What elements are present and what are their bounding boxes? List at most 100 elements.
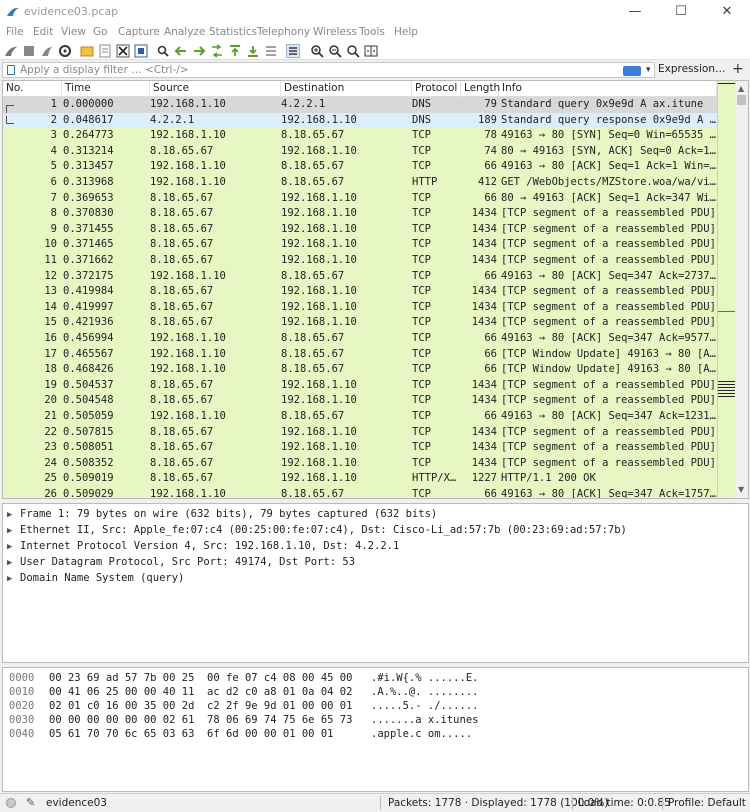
packet-source: 192.168.1.10 bbox=[150, 176, 226, 188]
restart-icon[interactable] bbox=[40, 44, 54, 58]
packet-row[interactable]: 26 0.509029 192.168.1.10 8.18.65.67 TCP 66 491… bbox=[3, 487, 717, 498]
forward-arrow-icon[interactable] bbox=[192, 44, 206, 58]
packet-row[interactable]: 25 0.509019 8.18.65.67 192.168.1.10 HTTP/X… 1… bbox=[3, 471, 717, 487]
packet-time: 0.505059 bbox=[63, 410, 114, 422]
detail-dns[interactable]: ▶ Domain Name System (query) bbox=[7, 570, 184, 586]
menu-statistics[interactable]: Statistics bbox=[209, 26, 257, 38]
colorize-icon[interactable] bbox=[286, 44, 300, 58]
reload-icon[interactable] bbox=[134, 44, 148, 58]
filter-bookmark-icon[interactable] bbox=[7, 65, 15, 75]
detail-ethernet[interactable]: ▶ Ethernet II, Src: Apple_fe:07:c4 (00:25… bbox=[7, 522, 627, 538]
resize-columns-icon[interactable] bbox=[364, 44, 378, 58]
column-protocol[interactable]: Protocol bbox=[412, 81, 461, 97]
packet-row[interactable]: 18 0.468426 192.168.1.10 8.18.65.67 TCP 66 [TC… bbox=[3, 362, 717, 378]
apply-filter-arrow-icon[interactable] bbox=[623, 66, 641, 76]
packet-row[interactable]: 2 0.048617 4.2.2.1 192.168.1.10 DNS 189 Standa… bbox=[3, 112, 717, 129]
menu-file[interactable]: File bbox=[6, 26, 24, 38]
packet-row[interactable]: 17 0.465567 192.168.1.10 8.18.65.67 TCP 66 [TC… bbox=[3, 346, 717, 363]
expert-info-icon[interactable] bbox=[6, 798, 16, 808]
packet-source: 8.18.65.67 bbox=[150, 285, 214, 298]
column-time[interactable]: Time bbox=[62, 81, 150, 97]
back-arrow-icon[interactable] bbox=[174, 44, 188, 58]
column-no[interactable]: No. bbox=[3, 81, 62, 97]
packet-row[interactable]: 15 0.421936 8.18.65.67 192.168.1.10 TCP 1434 [… bbox=[3, 315, 717, 331]
packet-row[interactable]: 22 0.507815 8.18.65.67 192.168.1.10 TCP 1434 [… bbox=[3, 424, 717, 441]
menu-go[interactable]: Go bbox=[93, 26, 108, 38]
scroll-thumb[interactable] bbox=[737, 95, 746, 105]
menu-view[interactable]: View bbox=[61, 26, 86, 38]
expand-arrow-icon[interactable]: ▶ bbox=[7, 507, 20, 523]
goto-packet-icon[interactable] bbox=[210, 44, 224, 58]
packet-row[interactable]: 1 0.000000 192.168.1.10 4.2.2.1 DNS 79 Standar… bbox=[3, 97, 717, 113]
packet-row[interactable]: 5 0.313457 192.168.1.10 8.18.65.67 TCP 66 4916… bbox=[3, 159, 717, 175]
menu-capture[interactable]: Capture bbox=[118, 26, 160, 38]
minimize-button[interactable]: — bbox=[612, 0, 658, 24]
packet-row[interactable]: 23 0.508051 8.18.65.67 192.168.1.10 TCP 1434 [… bbox=[3, 440, 717, 456]
find-icon[interactable] bbox=[156, 44, 170, 58]
packet-row[interactable]: 9 0.371455 8.18.65.67 192.168.1.10 TCP 1434 [T… bbox=[3, 221, 717, 238]
menu-telephony[interactable]: Telephony bbox=[257, 26, 310, 38]
column-destination[interactable]: Destination bbox=[281, 81, 412, 97]
packet-row[interactable]: 4 0.313214 8.18.65.67 192.168.1.10 TCP 74 80 →… bbox=[3, 143, 717, 160]
packet-list-scrollbar[interactable]: ▲ ▼ bbox=[735, 81, 748, 498]
column-source[interactable]: Source bbox=[150, 81, 281, 97]
column-info[interactable]: Info bbox=[499, 81, 717, 97]
packet-minimap[interactable] bbox=[717, 81, 736, 498]
packet-row[interactable]: 13 0.419984 8.18.65.67 192.168.1.10 TCP 1434 [… bbox=[3, 284, 717, 300]
maximize-button[interactable]: ☐ bbox=[658, 0, 704, 24]
display-filter-input[interactable]: Apply a display filter … <Ctrl-/> ▾ bbox=[2, 62, 655, 78]
packet-source: 4.2.2.1 bbox=[150, 113, 195, 126]
packet-row[interactable]: 14 0.419997 8.18.65.67 192.168.1.10 TCP 1434 [… bbox=[3, 299, 717, 316]
packet-info: [TCP segment of a reassembled PDU] bbox=[501, 285, 716, 298]
packet-row[interactable]: 3 0.264773 192.168.1.10 8.18.65.67 TCP 78 4916… bbox=[3, 128, 717, 144]
autoscroll-icon[interactable] bbox=[264, 44, 278, 58]
packet-row[interactable]: 11 0.371662 8.18.65.67 192.168.1.10 TCP 1434 [… bbox=[3, 253, 717, 269]
packet-row[interactable]: 8 0.370830 8.18.65.67 192.168.1.10 TCP 1434 [T… bbox=[3, 206, 717, 222]
packet-row[interactable]: 6 0.313968 192.168.1.10 8.18.65.67 HTTP 412 GE… bbox=[3, 175, 717, 191]
status-profile[interactable]: Profile: Default bbox=[668, 797, 746, 809]
save-icon[interactable] bbox=[98, 44, 112, 58]
options-gear-icon[interactable] bbox=[58, 44, 72, 58]
expand-arrow-icon[interactable]: ▶ bbox=[7, 539, 20, 555]
packet-row[interactable]: 24 0.508352 8.18.65.67 192.168.1.10 TCP 1434 [… bbox=[3, 455, 717, 472]
detail-frame[interactable]: ▶ Frame 1: 79 bytes on wire (632 bits), 7… bbox=[7, 506, 437, 522]
packet-info: 49163 → 80 [ACK] Seq=347 Ack=2737… bbox=[501, 269, 716, 282]
add-filter-button[interactable]: + bbox=[732, 61, 744, 77]
close-file-icon[interactable] bbox=[116, 44, 130, 58]
menu-analyze[interactable]: Analyze bbox=[164, 26, 205, 38]
packet-row[interactable]: 12 0.372175 192.168.1.10 8.18.65.67 TCP 66 491… bbox=[3, 268, 717, 285]
expand-arrow-icon[interactable]: ▶ bbox=[7, 523, 20, 539]
filter-history-dropdown[interactable]: ▾ bbox=[646, 65, 651, 75]
open-folder-icon[interactable] bbox=[80, 44, 94, 58]
packet-row[interactable]: 16 0.456994 192.168.1.10 8.18.65.67 TCP 66 491… bbox=[3, 331, 717, 347]
zoom-normal-icon[interactable] bbox=[346, 44, 360, 58]
packet-row[interactable]: 19 0.504537 8.18.65.67 192.168.1.10 TCP 1434 [… bbox=[3, 377, 717, 394]
first-packet-icon[interactable] bbox=[228, 44, 242, 58]
zoom-in-icon[interactable] bbox=[310, 44, 324, 58]
expand-arrow-icon[interactable]: ▶ bbox=[7, 555, 20, 571]
capture-comment-icon[interactable]: ✎ bbox=[26, 796, 35, 809]
menu-tools[interactable]: Tools bbox=[359, 26, 385, 38]
expression-button[interactable]: Expression… bbox=[658, 63, 726, 75]
menu-help[interactable]: Help bbox=[394, 26, 418, 38]
stop-icon[interactable] bbox=[22, 44, 36, 58]
zoom-out-icon[interactable] bbox=[328, 44, 342, 58]
detail-udp[interactable]: ▶ User Datagram Protocol, Src Port: 49174… bbox=[7, 554, 355, 570]
last-packet-icon[interactable] bbox=[246, 44, 260, 58]
packet-row[interactable]: 20 0.504548 8.18.65.67 192.168.1.10 TCP 1434 [… bbox=[3, 393, 717, 409]
packet-length: 66 bbox=[484, 410, 497, 422]
packet-source: 8.18.65.67 bbox=[150, 222, 214, 235]
expand-arrow-icon[interactable]: ▶ bbox=[7, 571, 20, 587]
shark-fin-start-icon[interactable] bbox=[4, 44, 18, 58]
packet-row[interactable]: 7 0.369653 8.18.65.67 192.168.1.10 TCP 66 80 →… bbox=[3, 190, 717, 207]
detail-ipv4[interactable]: ▶ Internet Protocol Version 4, Src: 192.1… bbox=[7, 538, 399, 554]
packet-row[interactable]: 10 0.371465 8.18.65.67 192.168.1.10 TCP 1434 [… bbox=[3, 237, 717, 253]
menu-edit[interactable]: Edit bbox=[33, 26, 53, 38]
packet-protocol: TCP bbox=[412, 207, 431, 220]
scroll-up-icon[interactable]: ▲ bbox=[738, 84, 744, 93]
packet-row[interactable]: 21 0.505059 192.168.1.10 8.18.65.67 TCP 66 491… bbox=[3, 409, 717, 425]
scroll-down-icon[interactable]: ▼ bbox=[738, 485, 744, 494]
menu-wireless[interactable]: Wireless bbox=[313, 26, 357, 38]
close-window-button[interactable]: ✕ bbox=[704, 0, 750, 24]
column-length[interactable]: Length bbox=[461, 81, 500, 97]
